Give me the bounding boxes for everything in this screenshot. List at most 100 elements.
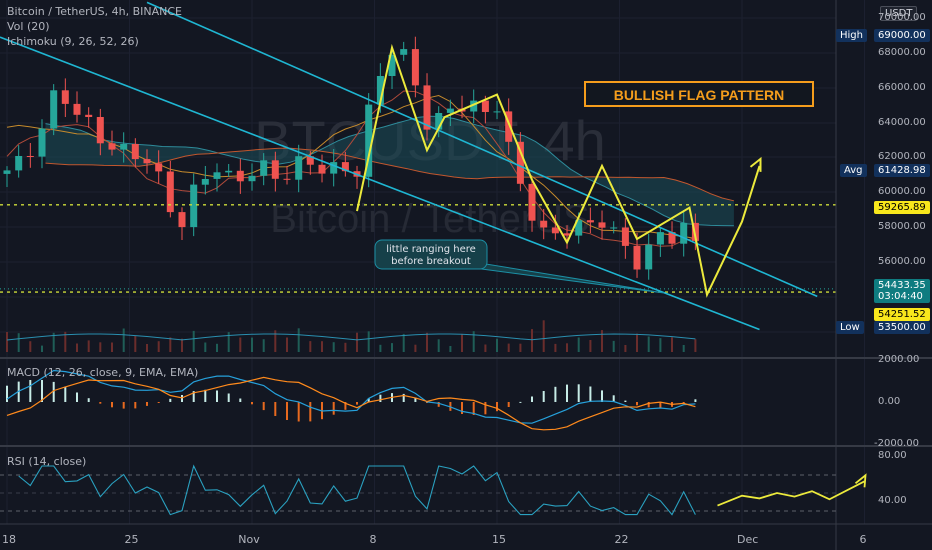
candle-body <box>225 170 233 173</box>
rsi-line <box>18 464 696 516</box>
volume-bar-54 <box>636 333 638 352</box>
candle-31 <box>365 93 373 188</box>
symbol-legend[interactable]: Bitcoin / TetherUS, 4h, BINANCE <box>7 5 182 18</box>
volume-bar-35 <box>414 344 417 352</box>
volume-bar-52 <box>612 340 615 352</box>
candle-34 <box>400 41 408 61</box>
watermark-name: Bitcoin / TetherUS <box>270 197 589 241</box>
candle-53 <box>621 218 629 259</box>
rsi-tick-40: 40.00 <box>878 495 907 506</box>
candle-body <box>50 90 58 129</box>
candle-body <box>201 179 209 185</box>
macd-hist-bar-42 <box>496 402 498 412</box>
high-value-tag: 69000.00 <box>874 29 930 42</box>
candle-body <box>598 222 606 228</box>
candle-body <box>271 160 279 179</box>
macd-hist-bar-47 <box>554 386 557 402</box>
candle-body <box>26 156 34 157</box>
ichimoku-legend[interactable]: Ichimoku (9, 26, 52, 26) <box>7 35 139 48</box>
high-tag: High <box>836 29 867 42</box>
ranging-callout[interactable]: little ranging here before breakout <box>374 239 665 294</box>
volume-legend[interactable]: Vol (20) <box>7 20 50 33</box>
chart-canvas[interactable]: BTCUSDT, 4h Bitcoin / TetherUS little ra… <box>0 0 932 550</box>
volume-bar-44 <box>519 343 522 352</box>
candle-15 <box>178 207 186 240</box>
volume-bar-29 <box>344 342 347 352</box>
volume-bar-21 <box>251 337 253 352</box>
macd-hist-bar-21 <box>251 402 253 405</box>
volume-bar-9 <box>111 342 113 352</box>
macd-tick-zero: 0.00 <box>878 396 901 407</box>
macd-hist-bar-3 <box>41 380 43 402</box>
candle-body <box>108 143 116 150</box>
macd-pane[interactable] <box>6 369 697 431</box>
candle-body <box>155 163 163 172</box>
volume-bar-47 <box>554 343 557 352</box>
candle-body <box>540 220 548 228</box>
low-tag: Low <box>836 321 864 334</box>
macd-hist-bar-22 <box>262 402 265 411</box>
candle-body <box>295 156 303 180</box>
candle-2 <box>26 143 34 168</box>
candle-body <box>446 108 454 113</box>
volume-bar-6 <box>76 343 78 352</box>
candle-body <box>3 170 11 174</box>
macd-hist-bar-0 <box>6 385 8 402</box>
candle-body <box>645 244 653 270</box>
volume-bar-56 <box>659 338 662 352</box>
volume-bar-33 <box>391 343 393 352</box>
macd-hist-bar-6 <box>76 392 78 402</box>
volume-bar-37 <box>437 339 440 352</box>
volume-bar-22 <box>262 339 265 352</box>
candle-body <box>166 171 174 213</box>
macd-hist-bar-30 <box>356 402 358 405</box>
candle-body <box>656 232 664 245</box>
volume-bar-12 <box>146 344 148 352</box>
countdown-value: 03:04:40 <box>878 291 923 302</box>
candle-body <box>38 128 46 157</box>
candle-body <box>621 227 629 246</box>
candle-body <box>528 183 536 221</box>
macd-hist-bar-46 <box>542 391 545 402</box>
macd-hist-bar-43 <box>507 402 510 407</box>
volume-bar-40 <box>472 331 475 352</box>
price-tick-4: 62000.00 <box>878 151 926 162</box>
avg-tag: Avg <box>840 164 867 177</box>
volume-bar-20 <box>239 337 242 352</box>
macd-hist-bar-14 <box>169 398 172 402</box>
candle-body <box>680 222 688 244</box>
candle-body <box>120 144 128 150</box>
price-tick-3: 64000.00 <box>878 117 926 128</box>
macd-legend[interactable]: MACD (12, 26, close, 9, EMA, EMA) <box>7 366 198 379</box>
candle-body <box>15 156 23 171</box>
volume-bar-32 <box>379 344 382 352</box>
volume-bar-7 <box>87 340 90 352</box>
volume-bar-17 <box>204 342 207 352</box>
volume-bar-31 <box>367 331 370 352</box>
callout-line-1: little ranging here <box>386 244 476 255</box>
candle-19 <box>225 164 233 177</box>
macd-hist-bar-23 <box>274 402 277 416</box>
candle-body <box>586 220 594 223</box>
macd-hist-bar-2 <box>29 380 32 402</box>
volume-bar-13 <box>157 341 160 352</box>
macd-hist-bar-20 <box>239 398 242 402</box>
candle-body <box>493 111 501 113</box>
volume-bar-26 <box>309 341 312 352</box>
macd-hist-bar-53 <box>624 400 627 402</box>
rsi-legend[interactable]: RSI (14, close) <box>7 455 86 468</box>
volume-bar-53 <box>624 345 627 352</box>
flag-label-text: BULLISH FLAG PATTERN <box>614 87 785 103</box>
volume-bar-27 <box>321 341 323 352</box>
candle-body <box>131 144 139 160</box>
macd-hist-bar-39 <box>461 402 463 414</box>
macd-hist-bar-24 <box>286 402 288 420</box>
volume-bar-46 <box>542 320 545 352</box>
price-tick-5: 60000.00 <box>878 186 926 197</box>
candle-body <box>85 114 93 117</box>
flag-label-box[interactable]: BULLISH FLAG PATTERN <box>584 81 814 107</box>
candle-body <box>143 159 151 164</box>
candle-body <box>190 184 198 228</box>
macd-hist-bar-50 <box>589 386 592 402</box>
candle-body <box>610 227 618 229</box>
